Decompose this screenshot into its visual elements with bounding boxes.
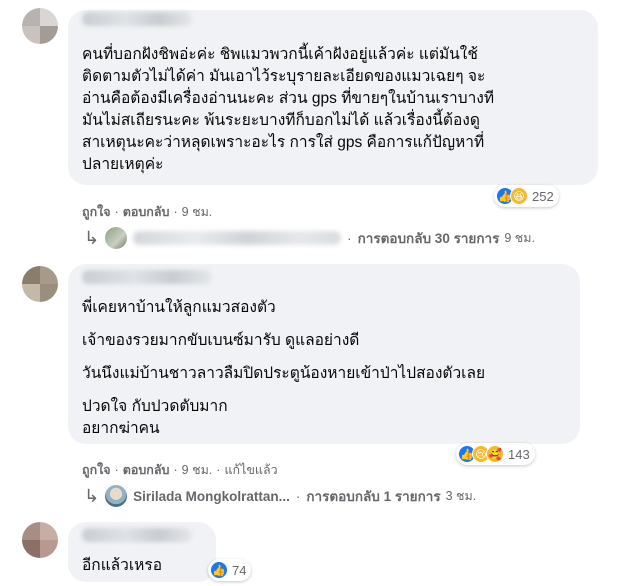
view-replies-row[interactable]: ↳ · การตอบกลับ 30 รายการ 9 ชม. — [84, 227, 535, 249]
separator-dot: · — [114, 463, 119, 477]
commenter-name-blurred[interactable] — [82, 12, 192, 26]
like-reaction-icon: 👍 — [210, 561, 228, 579]
reply-author-name[interactable]: Sirilada Mongkolrattan... — [133, 489, 290, 504]
comment-bubble: พี่เคยหาบ้านให้ลูกแมวสองตัว เจ้าของรวยมา… — [68, 264, 580, 444]
comment-bubble: คนที่บอกฝังชิพอ่ะค่ะ ชิพแมวพวกนี้เค้าฝัง… — [68, 10, 598, 185]
comment-bubble: อีกแล้วเหรอ — [68, 522, 216, 582]
haha-reaction-icon: 😆 — [510, 187, 528, 205]
reply-link[interactable]: ตอบกลับ — [123, 205, 170, 219]
view-replies-row[interactable]: ↳ Sirilada Mongkolrattan... · การตอบกลับ… — [84, 485, 476, 507]
comment-line: สาเหตุนะคะว่าหลุดเพราะอะไร การใส่ gps คื… — [82, 134, 485, 151]
commenter-name-blurred[interactable] — [82, 528, 192, 542]
reaction-summary[interactable]: 👍 😢 🥰 143 — [456, 443, 535, 465]
reply-author-blurred — [133, 231, 342, 245]
separator-dot: · — [173, 205, 178, 219]
comment-paragraph: ปวดใจ กับปวดตับมาก — [82, 398, 228, 415]
separator-dot: · — [173, 463, 178, 477]
like-link[interactable]: ถูกใจ — [82, 463, 111, 477]
comment-actions: ถูกใจ · ตอบกลับ · 9 ชม. — [82, 202, 212, 222]
commenter-avatar[interactable] — [22, 8, 58, 44]
comment-timestamp[interactable]: 9 ชม. — [182, 202, 213, 222]
replies-count-link[interactable]: การตอบกลับ 1 รายการ — [306, 485, 440, 507]
comment-paragraph: อยากฆ่าคน — [82, 420, 160, 437]
reply-link[interactable]: ตอบกลับ — [123, 463, 170, 477]
comment-line: อ่านคือต้องมีเครื่องอ่านนะคะ ส่วน gps ที… — [82, 90, 495, 107]
reaction-summary[interactable]: 👍 74 — [208, 559, 252, 581]
comment-actions: ถูกใจ · ตอบกลับ · 9 ชม. · แก้ไขแล้ว — [82, 460, 278, 480]
comment-paragraph: พี่เคยหาบ้านให้ลูกแมวสองตัว — [82, 299, 276, 316]
replies-timestamp: 9 ชม. — [504, 231, 535, 245]
replies-count-link[interactable]: การตอบกลับ 30 รายการ — [358, 227, 500, 249]
separator-dot: · — [295, 488, 301, 504]
reply-avatar — [105, 485, 128, 507]
comment-line: คนที่บอกฝังชิพอ่ะค่ะ ชิพแมวพวกนี้เค้าฝัง… — [82, 46, 478, 63]
commenter-name-blurred[interactable] — [82, 270, 212, 284]
comment-line: มันไม่สเถียรนะคะ พ้นระยะบางทีก็บอกไม่ได้… — [82, 112, 480, 129]
comment-timestamp[interactable]: 9 ชม. — [182, 460, 213, 480]
separator-dot: · — [114, 205, 119, 219]
comment-paragraph: วันนึงแม่บ้านชาวลาวลืมปิดประตูน้องหายเข้… — [82, 365, 486, 382]
reaction-summary[interactable]: 👍 😆 252 — [494, 185, 559, 207]
comment-line: ปลายเหตุค่ะ — [82, 156, 164, 173]
reply-avatar — [105, 227, 128, 249]
reaction-count: 74 — [232, 562, 247, 578]
reaction-count: 143 — [508, 446, 530, 462]
commenter-avatar[interactable] — [22, 522, 58, 558]
comment-paragraph: เจ้าของรวยมากขับเบนซ์มารับ ดูแลอย่างดี — [82, 332, 360, 349]
comment-body: คนที่บอกฝังชิพอ่ะค่ะ ชิพแมวพวกนี้เค้าฝัง… — [82, 44, 494, 176]
replies-timestamp: 3 ชม. — [445, 489, 477, 503]
reply-arrow-icon: ↳ — [84, 485, 100, 506]
reply-arrow-icon: ↳ — [84, 227, 100, 248]
care-reaction-icon: 🥰 — [486, 445, 504, 463]
edited-label[interactable]: แก้ไขแล้ว — [224, 460, 277, 480]
commenter-avatar[interactable] — [22, 266, 58, 302]
comment-line: ติดตามตัวไม่ได้ค่า มันเอาไว้ระบุรายละเอี… — [82, 68, 486, 85]
comment-paragraph: อีกแล้วเหรอ — [82, 557, 163, 574]
reaction-count: 252 — [532, 188, 554, 204]
separator-dot: · — [347, 230, 352, 246]
separator-dot: · — [216, 463, 221, 477]
like-link[interactable]: ถูกใจ — [82, 205, 111, 219]
